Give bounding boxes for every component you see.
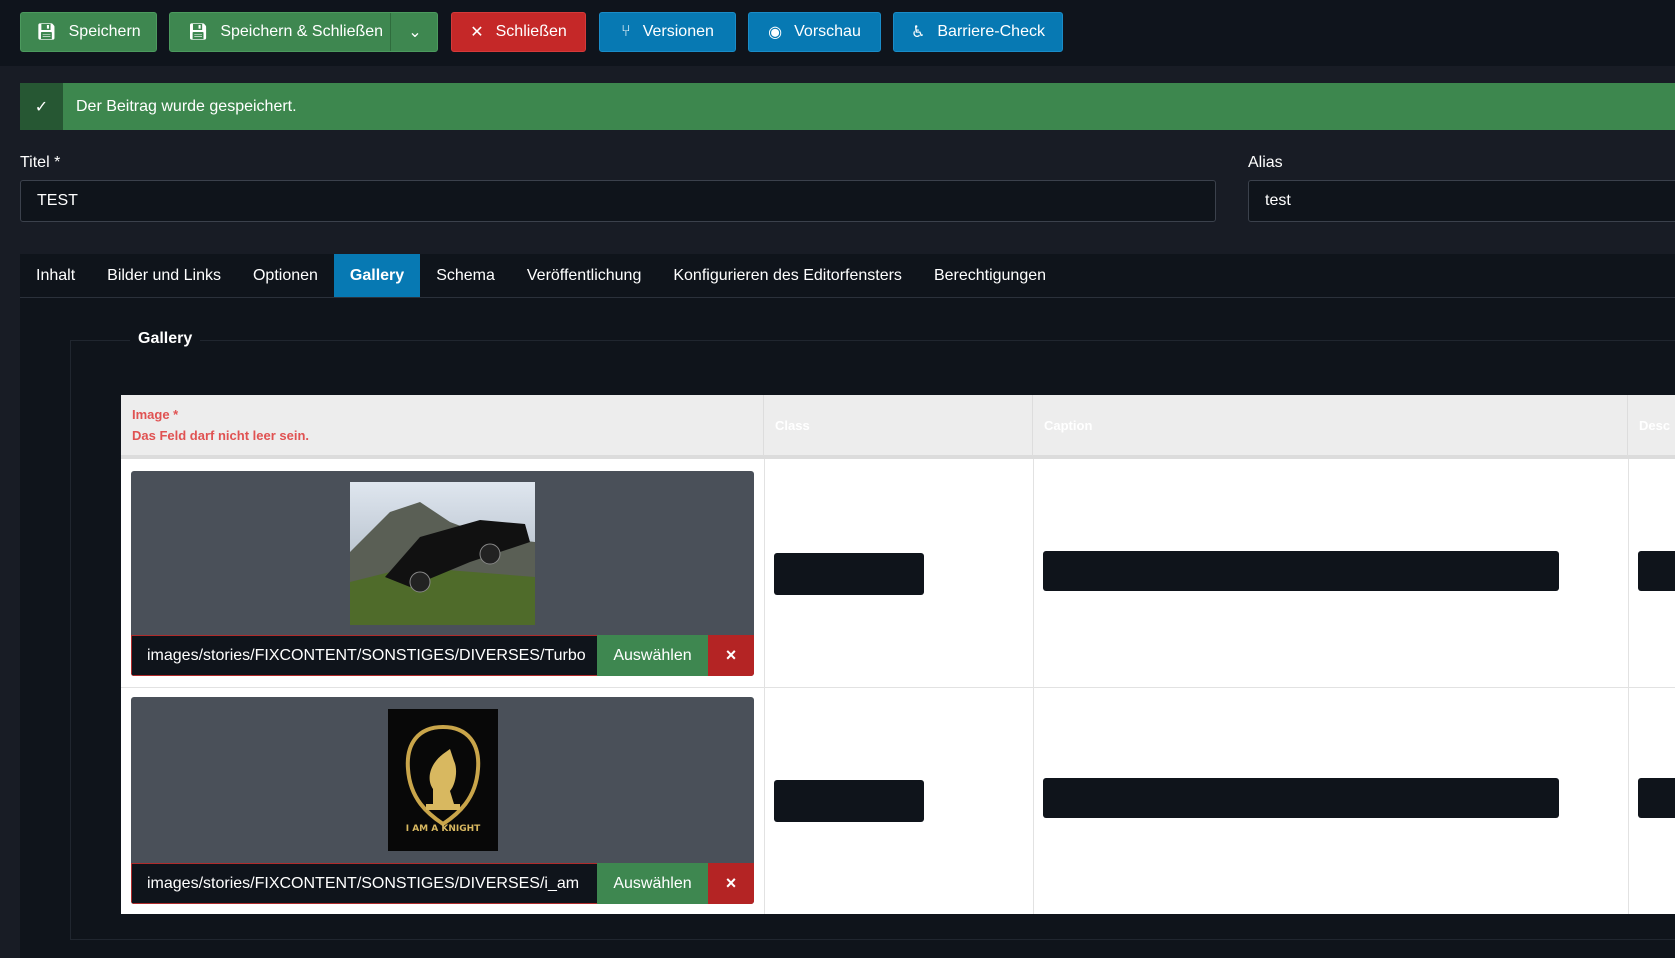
- title-input[interactable]: TEST: [20, 180, 1216, 222]
- header-caption: Caption: [1033, 395, 1628, 459]
- tab-inhalt[interactable]: Inhalt: [20, 254, 91, 297]
- title-label: Titel *: [20, 154, 61, 171]
- alias-label: Alias: [1248, 154, 1283, 171]
- save-button[interactable]: 💾︎ Speichern: [20, 12, 157, 52]
- clear-image-button[interactable]: ×: [708, 863, 754, 904]
- close-button[interactable]: ✕ Schließen: [451, 12, 586, 52]
- tab-schema[interactable]: Schema: [420, 254, 511, 297]
- eye-icon: ◉: [768, 24, 783, 41]
- image-path-input[interactable]: images/stories/FIXCONTENT/SONSTIGES/DIVE…: [131, 635, 597, 676]
- description-input[interactable]: [1638, 551, 1675, 591]
- save-icon: 💾︎: [36, 24, 57, 41]
- class-input[interactable]: [774, 780, 924, 822]
- svg-text:I AM A KNIGHT: I AM A KNIGHT: [406, 824, 481, 834]
- versions-button[interactable]: ⑂ Versionen: [599, 12, 736, 52]
- header-description: Desc: [1628, 395, 1675, 459]
- gallery-legend: Gallery: [130, 330, 201, 348]
- preview-button[interactable]: ◉ Vorschau: [748, 12, 881, 52]
- image-error-message: Das Feld darf nicht leer sein.: [132, 428, 309, 443]
- tab-gallery[interactable]: Gallery: [333, 254, 421, 297]
- image-path-input[interactable]: images/stories/FIXCONTENT/SONSTIGES/DIVE…: [131, 863, 597, 904]
- tab-bilder-links[interactable]: Bilder und Links: [91, 254, 237, 297]
- image-field-row-1: images/stories/FIXCONTENT/SONSTIGES/DIVE…: [131, 471, 754, 676]
- gallery-table: Image * Das Feld darf nicht leer sein. C…: [121, 395, 1675, 914]
- tab-editor-config[interactable]: Konfigurieren des Editorfensters: [657, 254, 918, 297]
- tab-optionen[interactable]: Optionen: [237, 254, 334, 297]
- header-image: Image * Das Feld darf nicht leer sein.: [121, 395, 764, 459]
- accessibility-icon: ♿︎: [911, 24, 926, 41]
- check-circle-icon: ✓: [20, 83, 63, 130]
- chevron-down-icon[interactable]: ⌄: [391, 22, 439, 42]
- description-input[interactable]: [1638, 778, 1675, 818]
- alias-input[interactable]: test: [1248, 180, 1675, 222]
- select-image-button[interactable]: Auswählen: [597, 863, 708, 904]
- caption-input[interactable]: [1043, 778, 1559, 818]
- clear-image-button[interactable]: ×: [708, 635, 754, 676]
- alert-message: Der Beitrag wurde gespeichert.: [76, 97, 297, 115]
- save-icon: 💾︎: [188, 24, 209, 41]
- toolbar: 💾︎ Speichern 💾︎ Speichern & Schließen ⌄ ✕ S…: [0, 0, 1675, 66]
- header-class: Class: [764, 395, 1033, 459]
- image-field-row-2: I AM A KNIGHT images/stories/FIXCONTENT/…: [131, 697, 754, 904]
- select-image-button[interactable]: Auswählen: [597, 635, 708, 676]
- save-close-button[interactable]: 💾︎ Speichern & Schließen ⌄: [169, 12, 438, 52]
- tab-veroeffentlichung[interactable]: Veröffentlichung: [511, 254, 657, 297]
- tab-bar: Inhalt Bilder und Links Optionen Gallery…: [20, 254, 1675, 298]
- branch-icon: ⑂: [621, 23, 631, 40]
- tab-berechtigungen[interactable]: Berechtigungen: [918, 254, 1062, 297]
- image-preview-knight: I AM A KNIGHT: [388, 709, 498, 851]
- accessibility-check-button[interactable]: ♿︎ Barriere-Check: [893, 12, 1063, 52]
- class-input[interactable]: [774, 553, 924, 595]
- close-icon: ✕: [470, 24, 484, 41]
- image-preview-car: [350, 482, 535, 625]
- success-alert: ✓ Der Beitrag wurde gespeichert.: [20, 83, 1675, 130]
- caption-input[interactable]: [1043, 551, 1559, 591]
- image-header-label: Image *: [132, 407, 179, 422]
